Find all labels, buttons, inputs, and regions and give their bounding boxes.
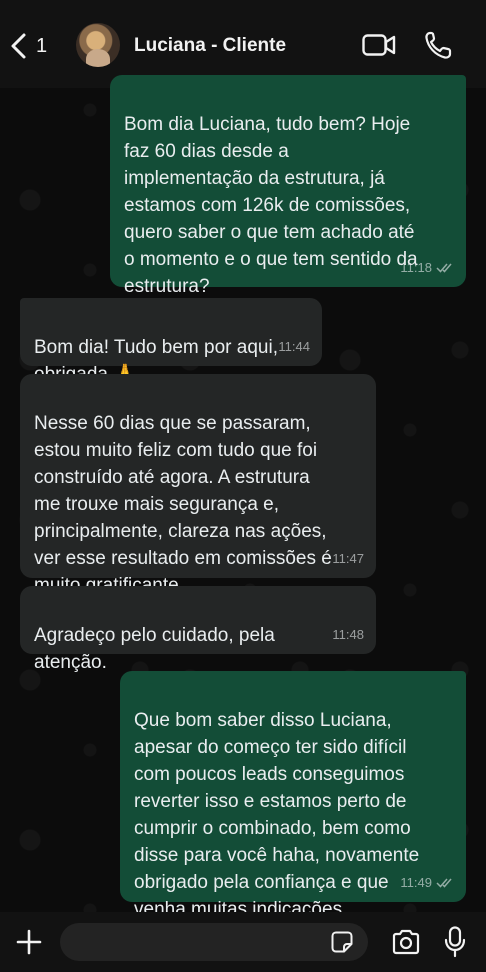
message-text: Que bom saber disso Luciana, apesar do c… (134, 710, 420, 920)
message-bubble-outgoing[interactable]: Que bom saber disso Luciana, apesar do c… (120, 671, 466, 920)
message-bubble-incoming[interactable]: Agradeço pelo cuidado, pela atenção. 11:… (20, 586, 376, 673)
message-time: 11:49 (400, 875, 432, 890)
message-time: 11:47 (332, 551, 364, 566)
message-input[interactable] (60, 923, 368, 961)
message-time: 11:48 (332, 627, 364, 642)
unread-count: 1 (36, 34, 48, 57)
chat-screen: 1 Luciana - Cliente Bom dia Luciana, tud… (0, 0, 486, 972)
video-call-icon[interactable] (362, 33, 396, 57)
message-meta: 11:49 (400, 869, 454, 896)
message-meta: 11:48 (332, 621, 364, 648)
message-meta: 11:44 (278, 333, 310, 360)
message-bubble-incoming[interactable]: Bom dia! Tudo bem por aqui, obrigada 🙏 1… (20, 298, 322, 385)
camera-icon[interactable] (391, 929, 421, 955)
microphone-icon[interactable] (444, 926, 466, 958)
phone-call-icon[interactable] (424, 30, 452, 60)
double-check-icon (436, 878, 452, 888)
double-check-icon (436, 263, 452, 273)
message-bubble-outgoing[interactable]: Bom dia Luciana, tudo bem? Hoje faz 60 d… (110, 75, 466, 297)
message-time: 11:18 (400, 260, 432, 275)
message-text: Bom dia Luciana, tudo bem? Hoje faz 60 d… (124, 114, 418, 297)
chevron-left-icon (11, 33, 26, 59)
contact-name[interactable]: Luciana - Cliente (134, 35, 286, 57)
sticker-icon[interactable] (330, 930, 354, 954)
message-text: Nesse 60 dias que se passaram, estou mui… (34, 413, 332, 596)
avatar[interactable] (76, 23, 120, 67)
message-time: 11:44 (278, 339, 310, 354)
plus-icon[interactable] (16, 929, 42, 955)
message-meta: 11:18 (400, 254, 454, 281)
composer-bar (0, 912, 486, 972)
back-button[interactable]: 1 (8, 28, 56, 64)
message-meta: 11:47 (332, 545, 364, 572)
message-bubble-incoming[interactable]: Nesse 60 dias que se passaram, estou mui… (20, 374, 376, 596)
message-text: Agradeço pelo cuidado, pela atenção. (34, 625, 275, 673)
